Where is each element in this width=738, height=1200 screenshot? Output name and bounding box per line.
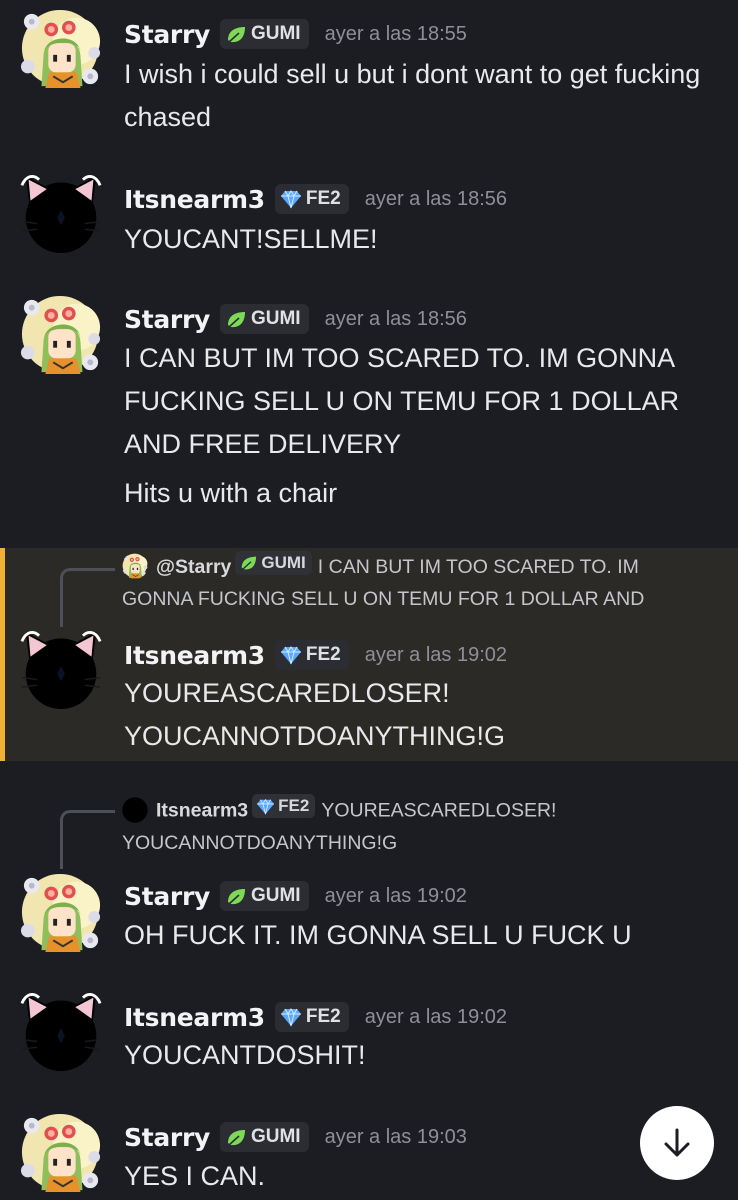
author-name[interactable]: Itsnearm3 xyxy=(124,641,265,670)
timestamp: ayer a las 19:02 xyxy=(324,884,467,907)
author-name[interactable]: Starry xyxy=(124,882,210,911)
leaf-icon xyxy=(227,25,246,43)
timestamp: ayer a las 18:56 xyxy=(324,307,467,330)
leaf-icon xyxy=(241,556,258,571)
reply-connector xyxy=(60,810,115,869)
guild-tag[interactable]: GUMI xyxy=(219,304,309,334)
avatar-starry[interactable] xyxy=(20,1112,102,1194)
avatar-starry[interactable] xyxy=(20,872,102,954)
timestamp: ayer a las 19:02 xyxy=(364,643,508,666)
diamond-icon xyxy=(280,190,301,209)
reply-preview[interactable]: Itsnearm3 FE2 YOUREASCAREDLOSER! YOUCANNOT… xyxy=(122,794,712,859)
author-name[interactable]: Itsnearm3 xyxy=(124,1003,265,1032)
reply-tag: FE2 xyxy=(252,794,316,818)
guild-tag[interactable]: FE2 xyxy=(274,640,349,670)
message-text: YOUCANTDOSHIT! xyxy=(124,1040,366,1070)
guild-tag[interactable]: GUMI xyxy=(219,1122,309,1152)
author-name[interactable]: Itsnearm3 xyxy=(124,185,265,214)
leaf-icon xyxy=(227,310,246,328)
leaf-icon xyxy=(227,1128,246,1146)
avatar-itsnearm3[interactable] xyxy=(20,990,102,1072)
reply-avatar xyxy=(122,553,148,579)
guild-tag[interactable]: GUMI xyxy=(219,19,309,49)
author-name[interactable]: Starry xyxy=(124,20,210,49)
message-text: OH FUCK IT. IM GONNA SELL U FUCK U xyxy=(124,920,632,950)
message-text: YES I CAN. xyxy=(124,1161,266,1191)
reply-author[interactable]: @Starry xyxy=(156,556,231,578)
message-text: YOUCANT!SELLME! xyxy=(124,224,378,254)
diamond-icon xyxy=(257,798,275,815)
guild-tag[interactable]: FE2 xyxy=(274,184,349,214)
message-text: YOUREASCAREDLOSER! YOUCANNOTDOANYTHING!G xyxy=(124,678,506,751)
timestamp: ayer a las 18:55 xyxy=(324,22,467,45)
message-text: I wish i could sell u but i dont want to… xyxy=(124,59,701,132)
avatar-starry[interactable] xyxy=(20,294,102,376)
reply-preview[interactable]: @Starry GUMI I CAN BUT IM TOO SCARED TO. I… xyxy=(122,551,712,615)
leaf-icon xyxy=(227,887,246,905)
timestamp: ayer a las 19:02 xyxy=(364,1005,508,1028)
reply-tag: GUMI xyxy=(235,551,312,575)
reply-avatar xyxy=(122,796,148,823)
timestamp: ayer a las 19:03 xyxy=(324,1125,467,1148)
mention-highlight-bar xyxy=(0,548,5,761)
guild-tag[interactable]: GUMI xyxy=(219,881,309,911)
avatar-itsnearm3[interactable] xyxy=(20,628,102,710)
avatar-starry[interactable] xyxy=(20,8,102,90)
diamond-icon xyxy=(280,646,301,665)
message-text: I CAN BUT IM TOO SCARED TO. IM GONNA FUC… xyxy=(124,343,680,459)
timestamp: ayer a las 18:56 xyxy=(364,187,508,210)
avatar-itsnearm3[interactable] xyxy=(20,172,102,254)
jump-to-bottom-button[interactable] xyxy=(640,1106,714,1180)
author-name[interactable]: Starry xyxy=(124,305,210,334)
message-text: Hits u with a chair xyxy=(124,478,338,508)
reply-author[interactable]: Itsnearm3 xyxy=(156,800,248,822)
diamond-icon xyxy=(280,1008,301,1027)
guild-tag[interactable]: FE2 xyxy=(274,1002,349,1032)
author-name[interactable]: Starry xyxy=(124,1123,210,1152)
reply-connector xyxy=(60,568,115,627)
arrow-down-icon xyxy=(664,1128,690,1157)
